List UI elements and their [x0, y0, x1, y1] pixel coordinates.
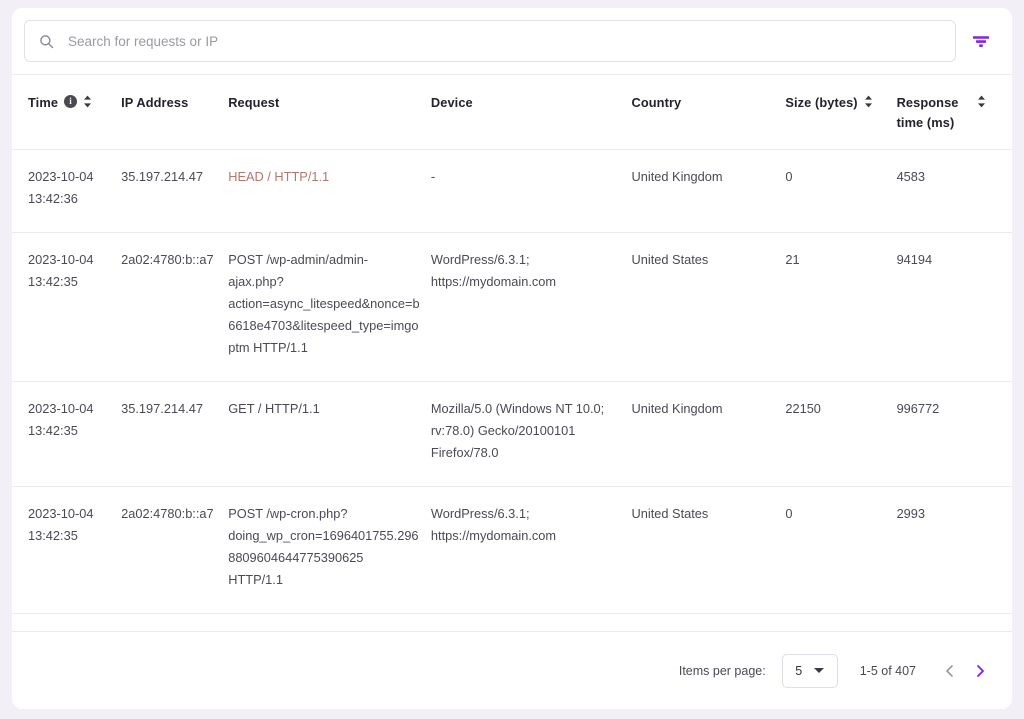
- column-header-country: Country: [632, 75, 786, 149]
- column-header-ip-address: IP Address: [121, 75, 228, 149]
- table-header-row: Time i IP Address: [12, 75, 1012, 149]
- cell-country: United States: [632, 613, 786, 631]
- next-page-button[interactable]: [970, 661, 990, 681]
- column-header-time-label: Time: [28, 93, 58, 113]
- chevron-left-icon: [943, 664, 957, 678]
- column-header-response-time-label: Response time (ms): [897, 93, 971, 133]
- column-header-time[interactable]: Time i: [12, 75, 121, 149]
- table-body: 2023-10-04 13:42:36 35.197.214.47 HEAD /…: [12, 149, 1012, 631]
- cell-ip: 2a02:4780:b::a7: [121, 232, 228, 381]
- table-header: Time i IP Address: [12, 75, 1012, 149]
- table-row[interactable]: 2023-10-04 13:42:35 2a02:4780:b::a7 POST…: [12, 232, 1012, 381]
- filter-button[interactable]: [968, 28, 994, 54]
- info-icon[interactable]: i: [64, 95, 77, 108]
- cell-device: -: [431, 149, 632, 232]
- search-toolbar: [12, 8, 1012, 74]
- sort-icon-response-time[interactable]: [977, 95, 986, 108]
- column-header-request-label: Request: [228, 93, 279, 113]
- cell-time: 2023-10-04 13:42:35: [12, 232, 121, 381]
- items-per-page-label: Items per page:: [679, 664, 766, 678]
- cell-country: United Kingdom: [632, 149, 786, 232]
- column-header-country-label: Country: [632, 93, 682, 113]
- items-per-page-select[interactable]: 5: [782, 654, 838, 688]
- column-header-size[interactable]: Size (bytes): [785, 75, 896, 149]
- cell-ip: 35.197.214.47: [121, 149, 228, 232]
- table-container: Time i IP Address: [12, 75, 1012, 631]
- cell-ip: 35.197.214.47: [121, 381, 228, 486]
- column-header-size-label: Size (bytes): [785, 93, 857, 113]
- pagination-controls: [940, 661, 990, 681]
- column-header-response-time[interactable]: Response time (ms): [897, 75, 1012, 149]
- table-row[interactable]: 2023-10-04 13:42:35 35.197.214.47 GET / …: [12, 381, 1012, 486]
- cell-response: 4583: [897, 149, 1012, 232]
- previous-page-button[interactable]: [940, 661, 960, 681]
- search-icon: [39, 34, 54, 49]
- cell-device: WordPress/6.3.1; https://mydomain.com: [431, 613, 632, 631]
- cell-ip: 2a02:4780:b::a7: [121, 486, 228, 613]
- search-input[interactable]: [68, 34, 941, 49]
- cell-device: WordPress/6.3.1; https://mydomain.com: [431, 232, 632, 381]
- table-row[interactable]: 2023-10-04 13:42:35 2a02:4780:b::a7 POST…: [12, 486, 1012, 613]
- column-header-device: Device: [431, 75, 632, 149]
- cell-size: 21: [785, 232, 896, 381]
- column-header-request: Request: [228, 75, 431, 149]
- column-header-device-label: Device: [431, 93, 473, 113]
- pagination-range-label: 1-5 of 407: [860, 664, 916, 678]
- page-root: Time i IP Address: [0, 0, 1024, 719]
- cell-country: United States: [632, 232, 786, 381]
- sort-icon-size[interactable]: [864, 95, 873, 108]
- cell-country: United Kingdom: [632, 381, 786, 486]
- column-header-ip-address-label: IP Address: [121, 93, 188, 113]
- cell-size: 21: [785, 613, 896, 631]
- table-row[interactable]: 2023-10-04 13:42:36 35.197.214.47 HEAD /…: [12, 149, 1012, 232]
- search-box[interactable]: [24, 20, 956, 62]
- cell-response: 94194: [897, 232, 1012, 381]
- cell-request: POST /wp-admin/admin-ajax.php?action=asy…: [228, 232, 431, 381]
- cell-device: Mozilla/5.0 (Windows NT 10.0; rv:78.0) G…: [431, 381, 632, 486]
- cell-response: 51409: [897, 613, 1012, 631]
- cell-country: United States: [632, 486, 786, 613]
- chevron-right-icon: [973, 664, 987, 678]
- cell-response: 996772: [897, 381, 1012, 486]
- cell-request: HEAD / HTTP/1.1: [228, 149, 431, 232]
- cell-request: GET / HTTP/1.1: [228, 381, 431, 486]
- pagination-bar: Items per page: 5 1-5 of 407: [12, 631, 1012, 709]
- cell-size: 0: [785, 486, 896, 613]
- requests-card: Time i IP Address: [12, 8, 1012, 709]
- table-row[interactable]: 2023-10-04 12:26:21 2a02:4780:b::a7 POST…: [12, 613, 1012, 631]
- cell-ip: 2a02:4780:b::a7: [121, 613, 228, 631]
- requests-table: Time i IP Address: [12, 75, 1012, 631]
- sort-icon-time[interactable]: [83, 95, 92, 108]
- cell-time: 2023-10-04 13:42:36: [12, 149, 121, 232]
- cell-request: POST /wp-admin/admin-ajax.php?action=asy…: [228, 613, 431, 631]
- cell-time: 2023-10-04 13:42:35: [12, 381, 121, 486]
- cell-size: 22150: [785, 381, 896, 486]
- cell-size: 0: [785, 149, 896, 232]
- items-per-page-value: 5: [795, 664, 802, 678]
- cell-time: 2023-10-04 13:42:35: [12, 486, 121, 613]
- cell-device: WordPress/6.3.1; https://mydomain.com: [431, 486, 632, 613]
- cell-time: 2023-10-04 12:26:21: [12, 613, 121, 631]
- cell-request: POST /wp-cron.php?doing_wp_cron=16964017…: [228, 486, 431, 613]
- chevron-down-icon: [814, 668, 824, 673]
- filter-icon: [971, 31, 991, 51]
- cell-response: 2993: [897, 486, 1012, 613]
